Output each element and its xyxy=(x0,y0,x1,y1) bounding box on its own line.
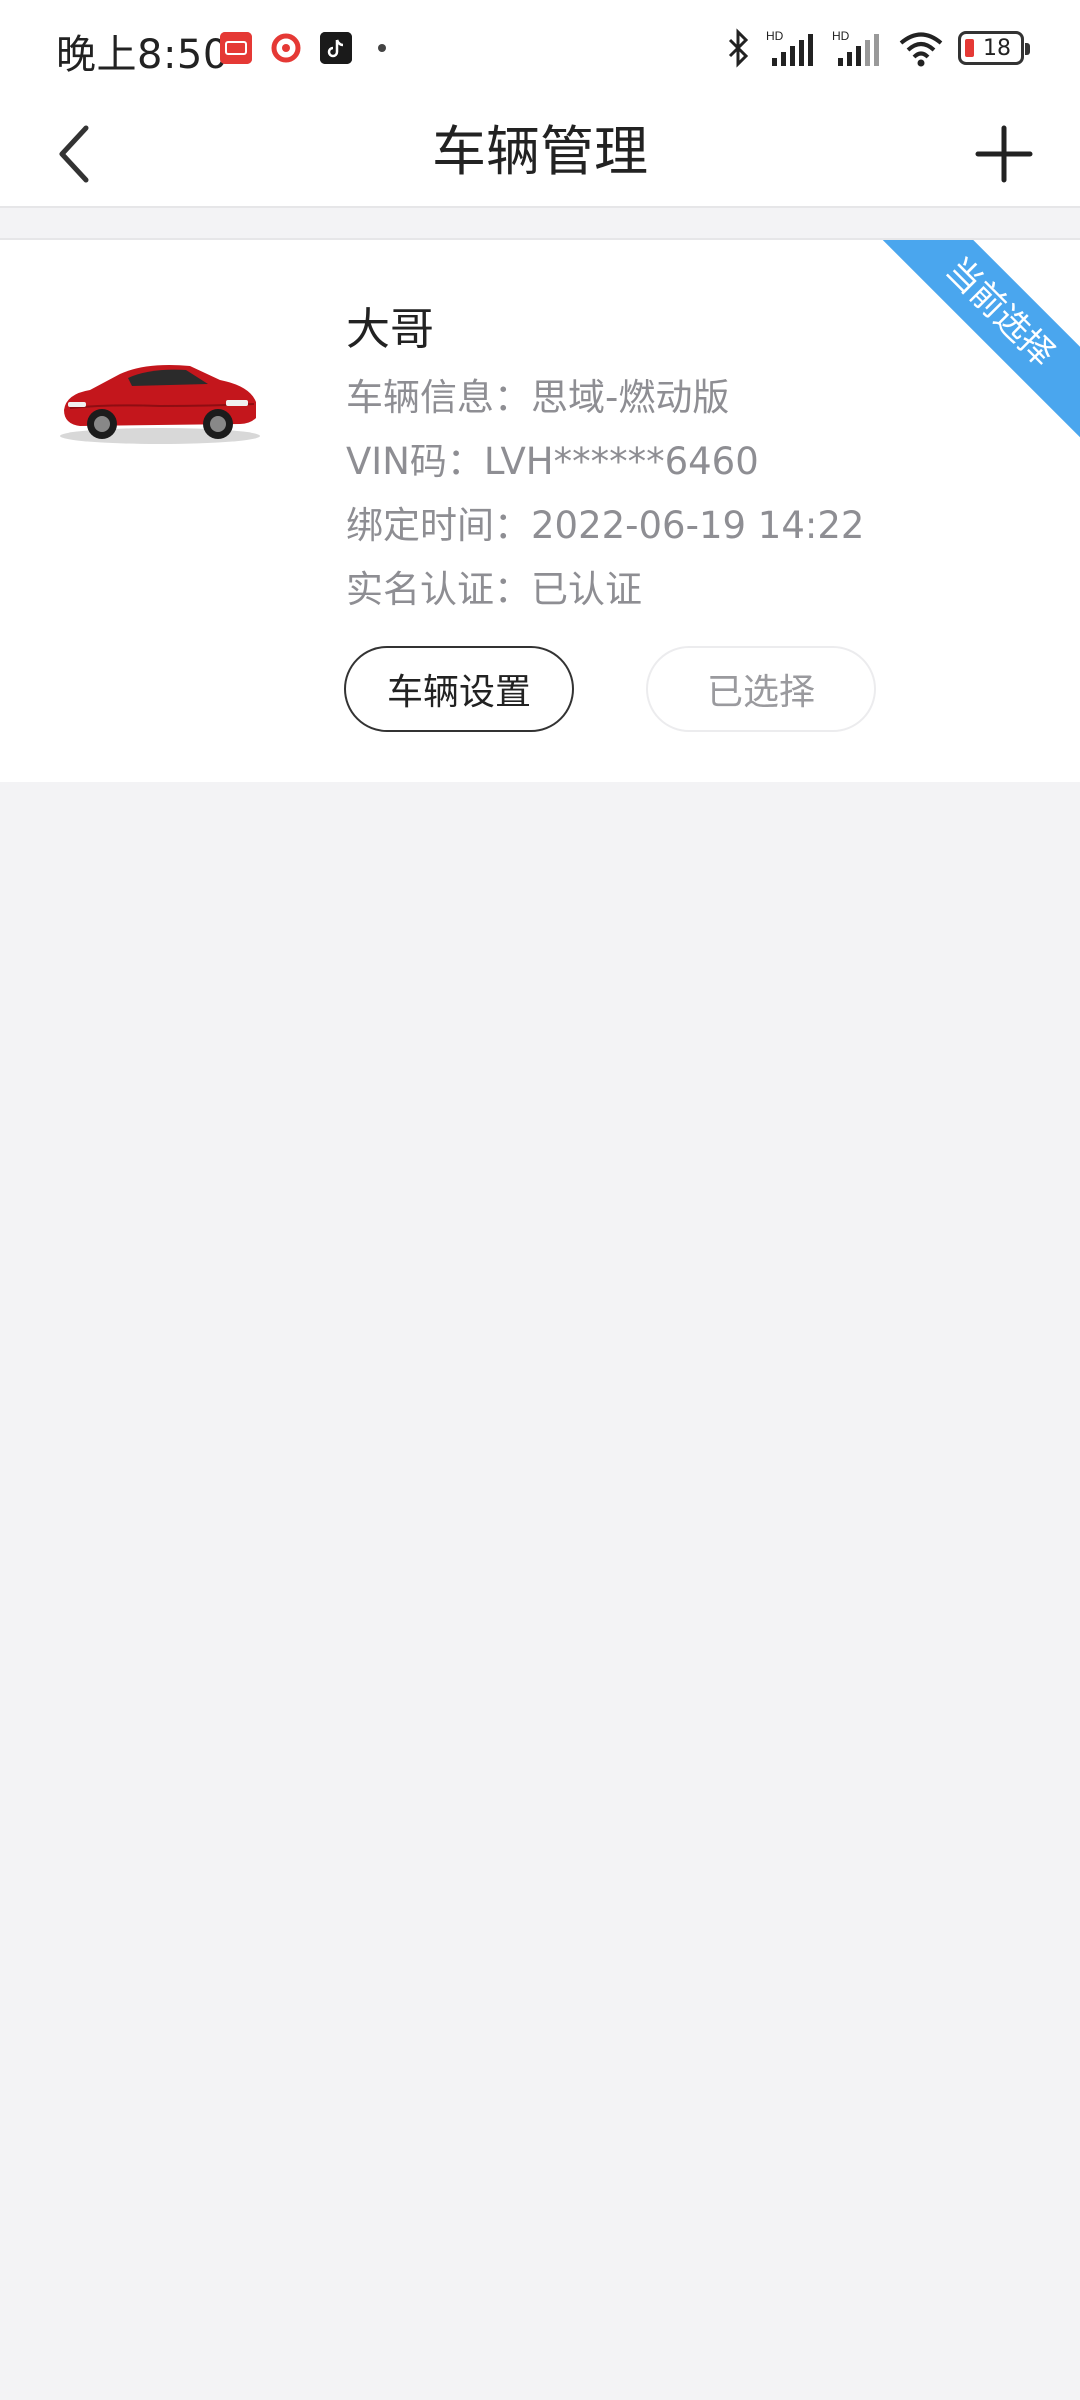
bind-time: 绑定时间：2022-06-19 14:22 xyxy=(346,504,865,547)
verification-status: 实名认证：已认证 xyxy=(346,568,642,611)
card-actions: 车辆设置 已选择 xyxy=(344,646,876,732)
vehicle-info: 大哥 车辆信息：思域-燃动版 VIN码：LVH******6460 绑定时间：2… xyxy=(346,300,864,622)
vehicle-card[interactable]: 当前选择 大哥 车辆信息：思域-燃动版 VIN码：LVH******6460 绑… xyxy=(0,238,1080,782)
vehicle-model: 车辆信息：思域-燃动版 xyxy=(346,376,730,419)
svg-text:HD: HD xyxy=(766,29,784,43)
tiktok-icon xyxy=(320,32,352,64)
signal-hd-icon: HD xyxy=(766,29,813,66)
battery-level: 18 xyxy=(983,35,1011,61)
car-image xyxy=(60,365,260,444)
owner-name: 大哥 xyxy=(346,304,434,355)
vin-code: VIN码：LVH******6460 xyxy=(346,440,759,483)
status-time: 晚上8:50 xyxy=(56,32,229,78)
vehicle-settings-button[interactable]: 车辆设置 xyxy=(344,646,574,732)
nav-bar: 车辆管理 xyxy=(0,96,1080,208)
wifi-icon xyxy=(899,32,943,67)
notification-icons xyxy=(220,30,386,66)
current-selection-ribbon: 当前选择 xyxy=(871,240,1080,441)
status-right-icons: HD HD 18 xyxy=(724,24,1030,72)
signal-hd-icon-2: HD xyxy=(832,29,879,66)
bluetooth-icon xyxy=(728,28,749,68)
add-vehicle-button[interactable] xyxy=(964,114,1044,194)
shequ-app-icon xyxy=(220,32,252,64)
plus-icon xyxy=(975,125,1033,183)
battery-icon: 18 xyxy=(958,31,1030,65)
red-play-app-icon xyxy=(270,32,302,64)
more-dot-icon xyxy=(378,44,386,52)
selected-button[interactable]: 已选择 xyxy=(646,646,876,732)
page-title: 车辆管理 xyxy=(432,120,648,183)
svg-text:HD: HD xyxy=(832,29,850,43)
status-bar: 晚上8:50 HD HD 18 xyxy=(0,0,1080,96)
